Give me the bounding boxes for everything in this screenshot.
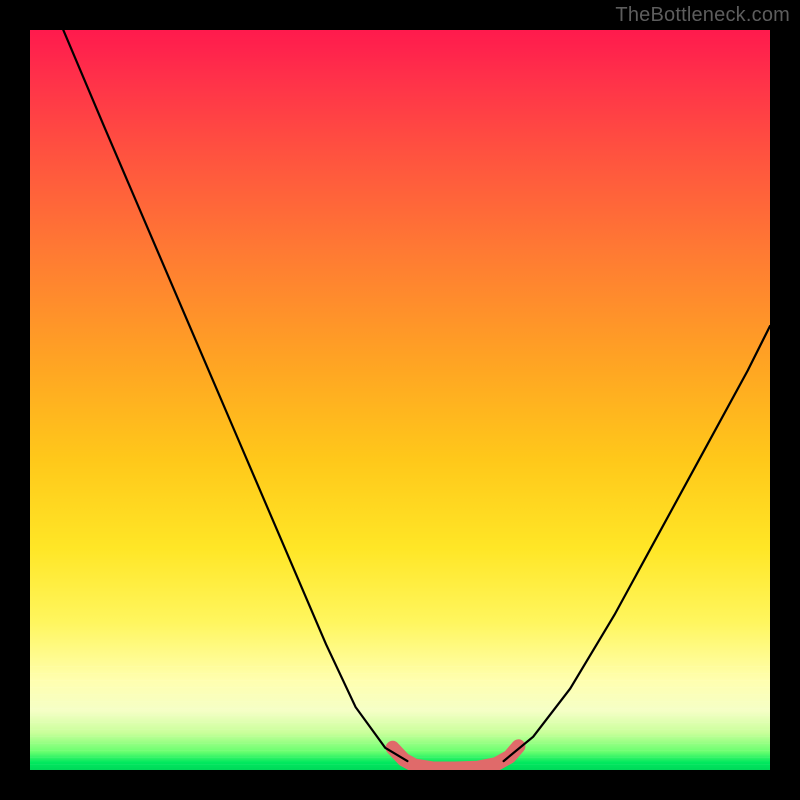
left-branch-path	[63, 30, 407, 761]
right-branch-path	[504, 326, 770, 761]
valley-accent-path	[393, 746, 519, 768]
watermark-text: TheBottleneck.com	[615, 4, 790, 27]
plot-area	[30, 30, 770, 770]
curve-layer	[30, 30, 770, 770]
chart-frame: TheBottleneck.com	[0, 0, 800, 800]
